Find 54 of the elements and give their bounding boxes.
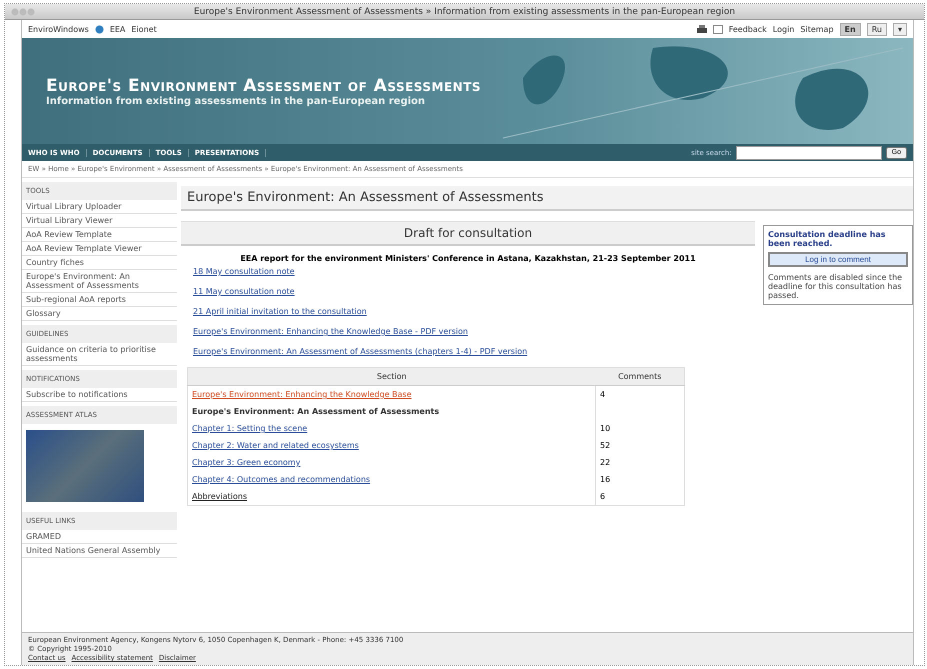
top-link[interactable]: Feedback <box>728 24 767 34</box>
language-tab[interactable]: ▾ <box>892 22 907 36</box>
language-tab[interactable]: En <box>840 22 861 36</box>
section-link[interactable]: Chapter 4: Outcomes and recommendations <box>192 475 370 484</box>
window-title: Europe's Environment Assessment of Assessments » Information from existing assessments in the pan-European region <box>192 6 736 16</box>
search-field[interactable] <box>736 146 882 160</box>
sidebar-link[interactable]: Glossary <box>22 307 177 321</box>
site-link[interactable]: Eionet <box>131 24 157 34</box>
comment-count: 6 <box>600 492 606 501</box>
login-button[interactable]: Log in to comment <box>768 252 908 267</box>
comment-count: 22 <box>600 458 610 467</box>
top-link[interactable]: Sitemap <box>800 24 834 34</box>
column-header: Section <box>188 368 596 386</box>
banner-title: Europe's Environment Assessment of Assessments <box>46 76 482 96</box>
panel-title: Draft for consultation <box>181 222 755 246</box>
column-header: Comments <box>596 368 684 386</box>
section-link[interactable]: Chapter 2: Water and related ecosystems <box>192 441 359 450</box>
document-link[interactable]: 11 May consultation note <box>193 287 743 296</box>
section-heading: Europe's Environment: An Assessment of Assessments <box>192 407 440 416</box>
sidebar-link[interactable]: AoA Review Template <box>22 228 177 242</box>
comment-count: 16 <box>600 475 610 484</box>
banner-subtitle: Information from existing assessments in the pan-European region <box>46 96 426 106</box>
sidebar-link[interactable]: GRAMED <box>22 530 177 544</box>
sidebar-link[interactable]: Country fiches <box>22 256 177 270</box>
sidebar-link[interactable]: AoA Review Template Viewer <box>22 242 177 256</box>
sidebar-link[interactable]: United Nations General Assembly <box>22 544 177 558</box>
comment-count: 4 <box>600 390 606 399</box>
document-link[interactable]: Europe's Environment: Enhancing the Knowledge Base - PDF version <box>193 327 743 336</box>
sidebar-link[interactable]: Europe's Environment: An Assessment of Assessments <box>22 270 177 293</box>
section-link[interactable]: Europe's Environment: Enhancing the Knowledge Base <box>192 390 412 399</box>
site-link[interactable]: EnviroWindows <box>28 24 89 34</box>
sidebar-link[interactable]: Sub-regional AoA reports <box>22 293 177 307</box>
print-icon[interactable] <box>696 24 707 34</box>
document-link[interactable]: 18 May consultation note <box>193 267 743 276</box>
language-tab[interactable]: Ru <box>866 22 887 36</box>
section-link[interactable]: Chapter 1: Setting the scene <box>192 424 308 433</box>
globe-icon <box>94 24 104 34</box>
sidebar-link[interactable]: Virtual Library Viewer <box>22 214 177 228</box>
site-link[interactable]: EEA <box>110 24 126 34</box>
text-size-icon[interactable] <box>712 24 723 34</box>
section-link[interactable]: Chapter 3: Green economy <box>192 458 300 467</box>
sidebar-link[interactable]: Guidance on criteria to prioritise assessments <box>22 343 177 366</box>
section-link[interactable]: Abbreviations <box>192 492 248 501</box>
sidebar-link[interactable]: Subscribe to notifications <box>22 388 177 402</box>
sidebar-link[interactable]: Virtual Library Uploader <box>22 200 177 214</box>
document-link[interactable]: Europe's Environment: An Assessment of Assessments (chapters 1-4) - PDF version <box>193 347 743 356</box>
notice-title: Consultation deadline has been reached. <box>768 230 887 248</box>
notice-text: Comments are disabled since the deadline for this consultation has passed. <box>768 273 904 300</box>
top-link[interactable]: Login <box>772 24 794 34</box>
comment-count: 52 <box>600 441 610 450</box>
comment-count: 10 <box>600 424 610 433</box>
document-link[interactable]: 21 April initial invitation to the consultation <box>193 307 743 316</box>
intro-text: EEA report for the environment Ministers' Conference in Astana, Kazakhstan, 21-23 September 2011 <box>239 253 697 265</box>
page-title: Europe's Environment: An Assessment of Assessments <box>181 186 913 211</box>
